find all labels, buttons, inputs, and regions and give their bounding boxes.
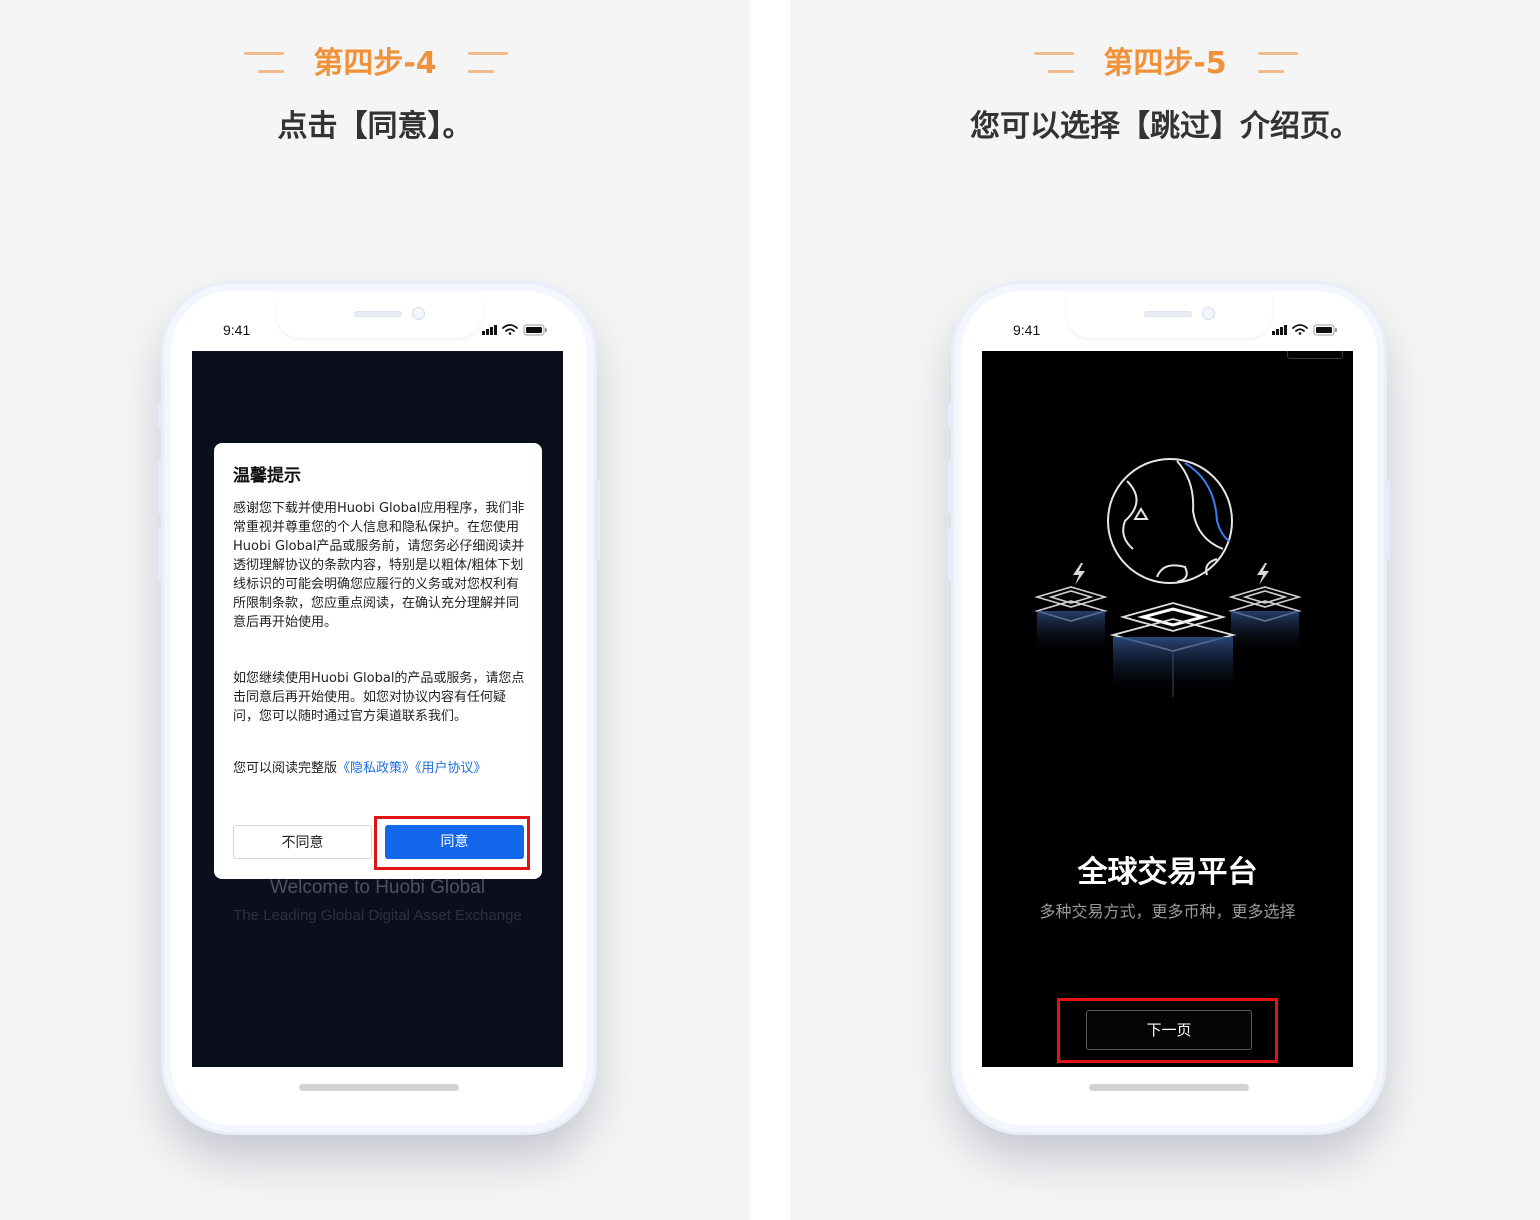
highlight-box-agree: [374, 816, 530, 870]
globe-illustration: [1034, 458, 1302, 697]
app-screen: 全球交易平台 多种交易方式，更多币种，更多选择 下一页: [982, 351, 1353, 1067]
battery-icon: [1313, 324, 1337, 336]
heading-decoration-right: [468, 52, 508, 76]
step-heading: 第四步-5: [790, 42, 1540, 86]
welcome-title: Welcome to Huobi Global: [269, 877, 486, 898]
skip-button[interactable]: [1287, 351, 1343, 359]
heading-decoration-right: [1258, 52, 1298, 76]
step-title: 第四步-4: [313, 46, 437, 81]
dialog-title: 温馨提示: [233, 466, 301, 486]
signal-icon: [482, 325, 497, 335]
user-agreement-link[interactable]: 《用户协议》: [415, 761, 487, 776]
globe-icon: [1107, 458, 1233, 584]
dialog-paragraph-2: 如您继续使用Huobi Global的产品或服务，请您点击同意后再开始使用。如您…: [233, 671, 525, 724]
promo-subtitle: 多种交易方式，更多币种，更多选择: [1039, 902, 1296, 921]
dialog-agreement-line: 您可以阅读完整版《隐私政策》《用户协议》: [233, 759, 525, 778]
status-icons: [482, 322, 548, 338]
step-panel-left: 第四步-4 点击【同意】。 9:41 Welcome to Huobi Glob…: [0, 0, 750, 1220]
status-time: 9:41: [223, 322, 251, 338]
home-indicator: [1089, 1084, 1249, 1091]
read-prefix-text: 您可以阅读完整版: [233, 761, 338, 776]
welcome-subtitle: The Leading Global Digital Asset Exchang…: [233, 907, 522, 924]
highlight-box-next: [1057, 998, 1278, 1063]
privacy-dialog: 温馨提示 感谢您下载并使用Huobi Global应用程序，我们非常重视并尊重您…: [214, 443, 542, 879]
step-title: 第四步-5: [1103, 46, 1227, 81]
home-indicator: [299, 1084, 459, 1091]
status-icons: [1272, 322, 1338, 338]
app-screen: Welcome to Huobi Global The Leading Glob…: [192, 351, 563, 1067]
disagree-button[interactable]: 不同意: [233, 825, 372, 859]
wifi-icon: [502, 324, 518, 335]
step-description: 您可以选择【跳过】介绍页。: [970, 109, 1360, 144]
signal-icon: [1272, 325, 1287, 335]
step-heading: 第四步-4: [0, 42, 750, 86]
status-time: 9:41: [1013, 322, 1041, 338]
phone-mockup: 9:41 Welcome to Huobi Global The Leading…: [158, 284, 600, 1132]
front-camera: [412, 307, 425, 320]
speaker: [354, 311, 402, 317]
dialog-paragraph-1: 感谢您下载并使用Huobi Global应用程序，我们非常重视并尊重您的个人信息…: [233, 501, 525, 630]
step-description: 点击【同意】。: [277, 109, 473, 144]
step-panel-right: 第四步-5 您可以选择【跳过】介绍页。 9:41 全球交易平台 多种交易方式，更…: [790, 0, 1540, 1220]
speaker: [1144, 311, 1192, 317]
promo-title: 全球交易平台: [1077, 855, 1258, 890]
battery-icon: [523, 324, 547, 336]
privacy-policy-link[interactable]: 《隐私政策》: [337, 761, 415, 776]
wifi-icon: [1292, 324, 1308, 335]
front-camera: [1202, 307, 1215, 320]
